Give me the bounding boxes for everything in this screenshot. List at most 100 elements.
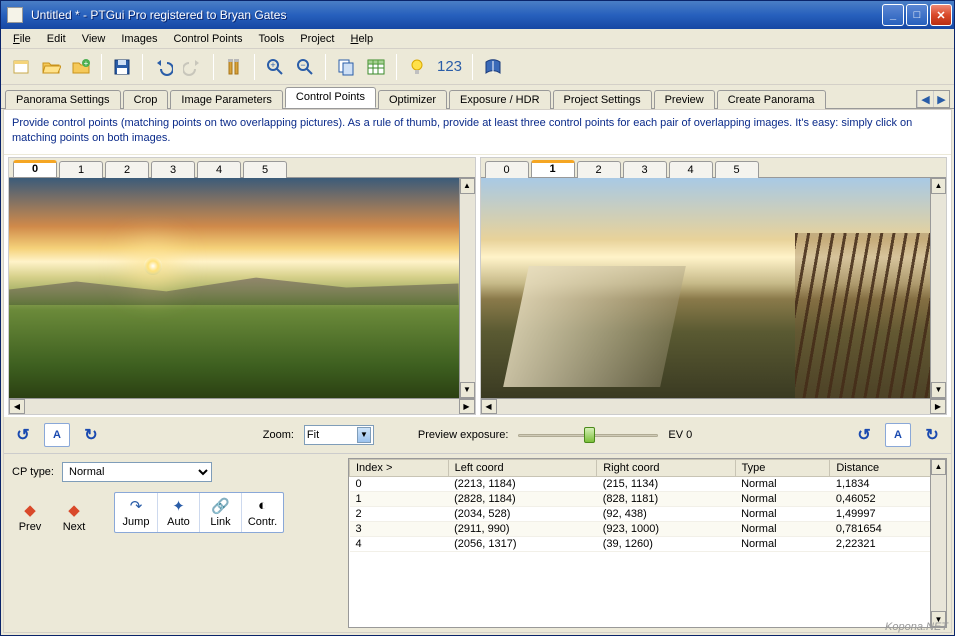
prev-button[interactable]: ◆Prev (12, 501, 48, 533)
right-imgtab-4[interactable]: 4 (669, 161, 713, 178)
bulb-icon[interactable] (403, 53, 431, 81)
right-image-view[interactable] (481, 178, 931, 398)
zoom-value: Fit (307, 429, 319, 441)
right-imgtab-0[interactable]: 0 (485, 161, 529, 178)
table-row[interactable]: 2(2034, 528)(92, 438)Normal1,49997 (350, 506, 946, 521)
menu-tools[interactable]: Tools (251, 31, 293, 47)
table-row[interactable]: 0(2213, 1184)(215, 1134)Normal1,1834 (350, 476, 946, 491)
menu-file[interactable]: File (5, 31, 39, 47)
close-button[interactable]: ✕ (930, 4, 952, 26)
table-row[interactable]: 3(2911, 990)(923, 1000)Normal0,781654 (350, 521, 946, 536)
preview-exposure-label: Preview exposure: (418, 429, 509, 441)
tools-icon[interactable] (220, 53, 248, 81)
menu-view[interactable]: View (74, 31, 114, 47)
tab-scroll-left-icon[interactable]: ◀ (917, 91, 933, 107)
link-button[interactable]: 🔗Link (199, 493, 241, 532)
left-imgtab-2[interactable]: 2 (105, 161, 149, 178)
left-image-view[interactable] (9, 178, 459, 398)
cell-dist: 0,46052 (830, 491, 946, 506)
menu-help[interactable]: Help (342, 31, 381, 47)
table-vscroll[interactable]: ▲▼ (930, 459, 946, 627)
right-imgtab-1[interactable]: 1 (531, 160, 575, 177)
left-imgtab-0[interactable]: 0 (13, 160, 57, 177)
right-imgtab-2[interactable]: 2 (577, 161, 621, 178)
left-vscroll[interactable]: ▲▼ (459, 178, 475, 398)
col-right-coord[interactable]: Right coord (597, 459, 735, 476)
right-hscroll[interactable]: ◀▶ (481, 398, 947, 414)
left-rotate-cw-icon[interactable]: ↻ (80, 424, 102, 446)
down-arrow-icon[interactable]: ▼ (931, 382, 946, 398)
left-imgtab-1[interactable]: 1 (59, 161, 103, 178)
tab-crop[interactable]: Crop (123, 90, 169, 109)
save-icon[interactable] (108, 53, 136, 81)
left-arrow-icon[interactable]: ◀ (9, 399, 25, 414)
help-book-icon[interactable] (479, 53, 507, 81)
table-row[interactable]: 4(2056, 1317)(39, 1260)Normal2,22321 (350, 536, 946, 551)
zoom-out-icon[interactable]: − (291, 53, 319, 81)
menu-project[interactable]: Project (292, 31, 342, 47)
tab-project-settings[interactable]: Project Settings (553, 90, 652, 109)
right-rotate-cw-icon[interactable]: ↻ (921, 424, 943, 446)
col-left-coord[interactable]: Left coord (448, 459, 597, 476)
chevron-down-icon[interactable]: ▼ (357, 427, 371, 443)
open-project-icon[interactable] (37, 53, 65, 81)
toolbar-123[interactable]: 123 (433, 58, 466, 75)
auto-button[interactable]: ✦Auto (157, 493, 199, 532)
tabstrip: Panorama Settings Crop Image Parameters … (1, 85, 954, 109)
next-button[interactable]: ◆Next (56, 501, 92, 533)
tab-scroll-right-icon[interactable]: ▶ (933, 91, 949, 107)
left-arrow-icon[interactable]: ◀ (481, 399, 497, 414)
tab-optimizer[interactable]: Optimizer (378, 90, 447, 109)
up-arrow-icon[interactable]: ▲ (460, 178, 475, 194)
tab-create-panorama[interactable]: Create Panorama (717, 90, 826, 109)
right-arrow-icon[interactable]: ▶ (930, 399, 946, 414)
col-type[interactable]: Type (735, 459, 830, 476)
down-arrow-icon[interactable]: ▼ (460, 382, 475, 398)
minimize-button[interactable]: _ (882, 4, 904, 26)
add-images-icon[interactable]: + (67, 53, 95, 81)
contrast-button[interactable]: ◐Contr. (241, 493, 283, 532)
tab-control-points[interactable]: Control Points (285, 87, 376, 108)
up-arrow-icon[interactable]: ▲ (931, 459, 946, 475)
right-arrow-icon[interactable]: ▶ (459, 399, 475, 414)
menu-controlpoints[interactable]: Control Points (165, 31, 250, 47)
right-imgtab-3[interactable]: 3 (623, 161, 667, 178)
right-auto-button[interactable]: A (885, 423, 911, 447)
slider-thumb[interactable] (584, 427, 595, 443)
table-row[interactable]: 1(2828, 1184)(828, 1181)Normal0,46052 (350, 491, 946, 506)
col-index[interactable]: Index > (350, 459, 449, 476)
tab-image-parameters[interactable]: Image Parameters (170, 90, 282, 109)
exposure-slider[interactable] (518, 426, 658, 444)
tab-preview[interactable]: Preview (654, 90, 715, 109)
cell-index: 2 (350, 506, 449, 521)
table-icon[interactable] (362, 53, 390, 81)
col-distance[interactable]: Distance (830, 459, 946, 476)
tab-panorama-settings[interactable]: Panorama Settings (5, 90, 121, 109)
window-title: Untitled * - PTGui Pro registered to Bry… (27, 8, 882, 22)
cp-type-select[interactable]: Normal (62, 462, 212, 482)
left-hscroll[interactable]: ◀▶ (9, 398, 475, 414)
up-arrow-icon[interactable]: ▲ (931, 178, 946, 194)
menu-images[interactable]: Images (113, 31, 165, 47)
tab-exposure-hdr[interactable]: Exposure / HDR (449, 90, 550, 109)
right-imgtab-5[interactable]: 5 (715, 161, 759, 178)
jump-button[interactable]: ↷Jump (115, 493, 157, 532)
right-rotate-ccw-icon[interactable]: ↺ (853, 424, 875, 446)
zoom-in-icon[interactable]: + (261, 53, 289, 81)
right-vscroll[interactable]: ▲▼ (930, 178, 946, 398)
left-imgtab-3[interactable]: 3 (151, 161, 195, 178)
right-image-tabs: 0 1 2 3 4 5 (481, 158, 947, 178)
new-project-icon[interactable] (7, 53, 35, 81)
undo-icon[interactable] (149, 53, 177, 81)
menu-edit[interactable]: Edit (39, 31, 74, 47)
left-imgtab-4[interactable]: 4 (197, 161, 241, 178)
zoom-select[interactable]: Fit ▼ (304, 425, 374, 445)
app-icon (7, 7, 23, 23)
copy-icon[interactable] (332, 53, 360, 81)
maximize-button[interactable]: □ (906, 4, 928, 26)
redo-icon[interactable] (179, 53, 207, 81)
cell-dist: 2,22321 (830, 536, 946, 551)
left-rotate-ccw-icon[interactable]: ↺ (12, 424, 34, 446)
left-imgtab-5[interactable]: 5 (243, 161, 287, 178)
left-auto-button[interactable]: A (44, 423, 70, 447)
